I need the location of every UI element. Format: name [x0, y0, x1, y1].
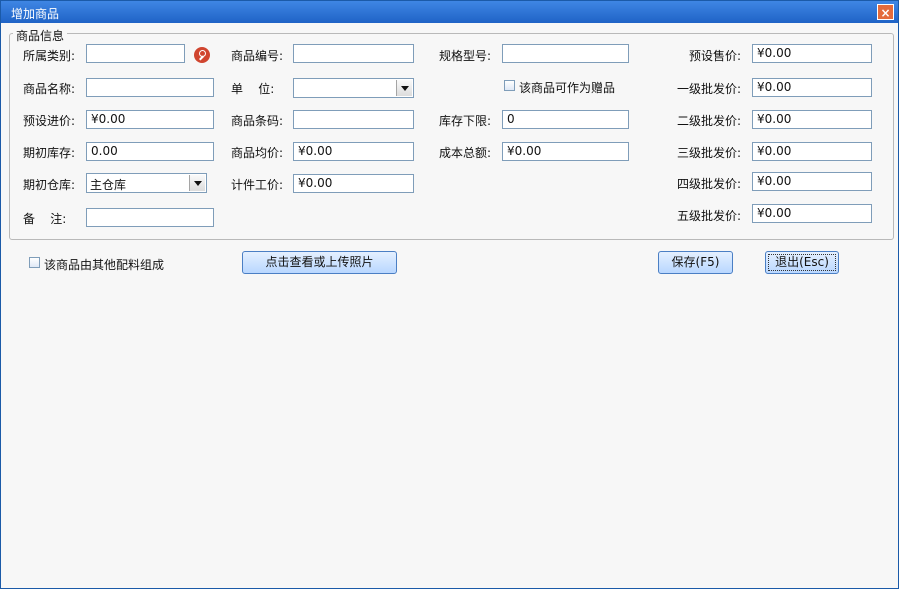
piecework-price-field[interactable]: ¥0.00: [293, 174, 414, 193]
product-name-field[interactable]: [86, 78, 214, 97]
piecework-price-label: 计件工价:: [231, 178, 284, 192]
wholesale-4-field[interactable]: ¥0.00: [752, 172, 872, 191]
cost-total-field[interactable]: ¥0.00: [502, 142, 629, 161]
warehouse-select[interactable]: 主仓库: [86, 173, 207, 193]
stock-min-field[interactable]: 0: [502, 110, 629, 129]
barcode-field[interactable]: [293, 110, 414, 129]
chevron-down-icon[interactable]: [396, 80, 412, 96]
gift-label: 该商品可作为赠品: [519, 81, 616, 95]
dialog-window: 增加商品 × 商品信息 所属类别: 商品名称: 预设进价: ¥0.00 期初库存…: [0, 0, 899, 589]
chevron-down-icon[interactable]: [189, 175, 205, 191]
initial-stock-field[interactable]: 0.00: [86, 142, 214, 161]
remark-label: 备 注:: [23, 212, 67, 226]
gift-checkbox[interactable]: [504, 80, 515, 91]
sale-price-label: 预设售价:: [688, 49, 741, 63]
search-icon[interactable]: [194, 47, 210, 63]
category-field[interactable]: [86, 44, 185, 63]
cost-total-label: 成本总额:: [439, 146, 492, 160]
purchase-price-label: 预设进价:: [23, 114, 76, 128]
initial-warehouse-label: 期初仓库:: [23, 178, 76, 192]
sale-price-field[interactable]: ¥0.00: [752, 44, 872, 63]
exit-button[interactable]: 退出(Esc): [765, 251, 839, 274]
composite-checkbox[interactable]: [29, 257, 40, 268]
unit-label: 单 位:: [231, 82, 275, 96]
purchase-price-field[interactable]: ¥0.00: [86, 110, 214, 129]
remark-field[interactable]: [86, 208, 214, 227]
group-title: 商品信息: [13, 27, 68, 44]
wholesale-5-label: 五级批发价:: [676, 209, 741, 223]
initial-stock-label: 期初库存:: [23, 146, 76, 160]
wholesale-3-label: 三级批发价:: [676, 146, 741, 160]
wholesale-2-label: 二级批发价:: [676, 114, 741, 128]
title-bar: 增加商品 ×: [1, 1, 898, 23]
product-name-label: 商品名称:: [23, 82, 76, 96]
stock-min-label: 库存下限:: [439, 114, 492, 128]
window-title: 增加商品: [11, 7, 60, 21]
product-code-field[interactable]: [293, 44, 414, 63]
unit-select[interactable]: [293, 78, 414, 98]
barcode-label: 商品条码:: [231, 114, 284, 128]
composite-label: 该商品由其他配料组成: [44, 258, 165, 272]
wholesale-1-field[interactable]: ¥0.00: [752, 78, 872, 97]
wholesale-1-label: 一级批发价:: [676, 82, 741, 96]
upload-photo-button[interactable]: 点击查看或上传照片: [242, 251, 397, 274]
close-icon[interactable]: ×: [877, 4, 894, 20]
category-label: 所属类别:: [23, 49, 76, 63]
wholesale-2-field[interactable]: ¥0.00: [752, 110, 872, 129]
average-price-label: 商品均价:: [231, 146, 284, 160]
save-button[interactable]: 保存(F5): [658, 251, 733, 274]
warehouse-value: 主仓库: [90, 178, 127, 192]
product-code-label: 商品编号:: [231, 49, 284, 63]
wholesale-3-field[interactable]: ¥0.00: [752, 142, 872, 161]
average-price-field[interactable]: ¥0.00: [293, 142, 414, 161]
wholesale-5-field[interactable]: ¥0.00: [752, 204, 872, 223]
wholesale-4-label: 四级批发价:: [676, 177, 741, 191]
spec-model-label: 规格型号:: [439, 49, 492, 63]
spec-model-field[interactable]: [502, 44, 629, 63]
